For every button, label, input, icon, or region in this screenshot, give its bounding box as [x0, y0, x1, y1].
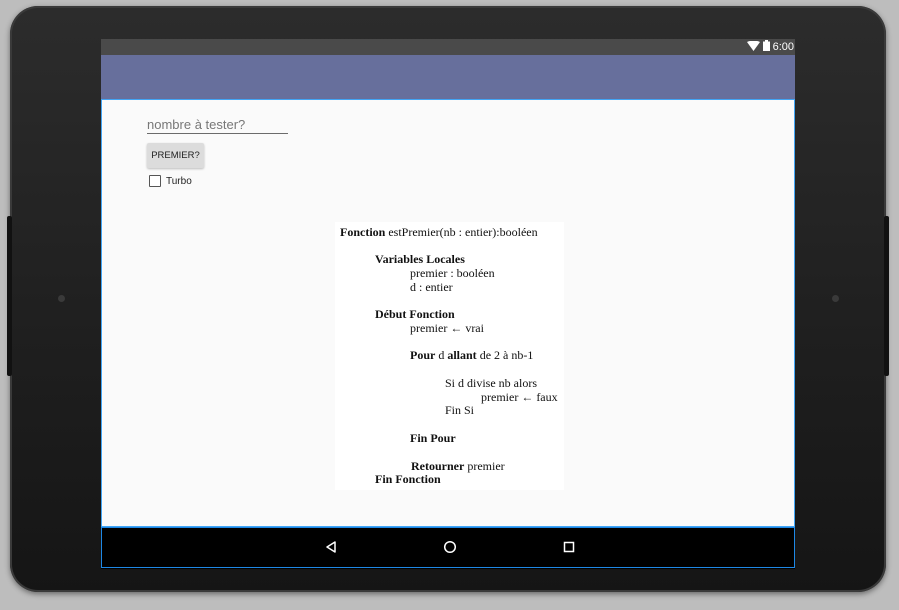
right-side-button [884, 216, 889, 376]
algo-for-keyword: Pour [410, 348, 436, 362]
turbo-checkbox[interactable] [149, 175, 161, 187]
algo-return-keyword: Retourner [411, 459, 465, 473]
algo-end-function: Fin Fonction [375, 472, 441, 486]
back-icon[interactable] [322, 538, 340, 556]
algo-header: Fonction estPremier(nb : entier):booléen [340, 226, 538, 239]
number-input-field[interactable] [147, 116, 288, 134]
navigation-bar [101, 527, 795, 568]
number-input[interactable] [147, 117, 287, 132]
left-bezel-sensor [58, 295, 65, 302]
device-screen: 6:00 PREMIER? Turbo Fonction estPremier(… [101, 39, 795, 569]
algo-for-range: de 2 à nb-1 [479, 348, 534, 362]
main-content: PREMIER? Turbo Fonction estPremier(nb : … [101, 99, 795, 527]
algo-for-allant: allant [447, 348, 477, 362]
premier-button[interactable]: PREMIER? [147, 143, 204, 168]
battery-icon [762, 40, 770, 54]
algo-if-line: Si d divise nb alors [445, 376, 537, 390]
algo-assign-false: premier ← faux [481, 390, 558, 404]
status-bar: 6:00 [101, 39, 795, 55]
algo-for-var: d [438, 348, 445, 362]
turbo-label: Turbo [166, 175, 192, 187]
recents-icon[interactable] [560, 538, 578, 556]
left-side-button [7, 216, 12, 376]
algo-var-d: d : entier [410, 280, 453, 294]
algo-header-keyword: Fonction [340, 225, 386, 239]
status-time: 6:00 [772, 41, 794, 53]
algo-variables-heading: Variables Locales [375, 252, 465, 266]
turbo-checkbox-row[interactable]: Turbo [149, 175, 192, 187]
home-icon[interactable] [441, 538, 459, 556]
wifi-icon [746, 40, 760, 54]
algo-endif: Fin Si [445, 403, 475, 417]
app-bar [101, 55, 795, 99]
algo-assign-true: premier ← vrai [410, 321, 484, 335]
right-bezel-sensor [832, 295, 839, 302]
algo-debut-heading: Début Fonction [375, 307, 455, 321]
algo-header-signature: estPremier(nb : entier):booléen [388, 225, 538, 239]
algo-for-line: Pour d allant de 2 à nb-1 [410, 349, 533, 362]
algo-end-for: Fin Pour [410, 431, 456, 445]
algo-var-premier: premier : booléen [410, 266, 495, 280]
algorithm-image: Fonction estPremier(nb : entier):booléen… [335, 222, 564, 490]
algo-return-value: premier [467, 459, 505, 473]
